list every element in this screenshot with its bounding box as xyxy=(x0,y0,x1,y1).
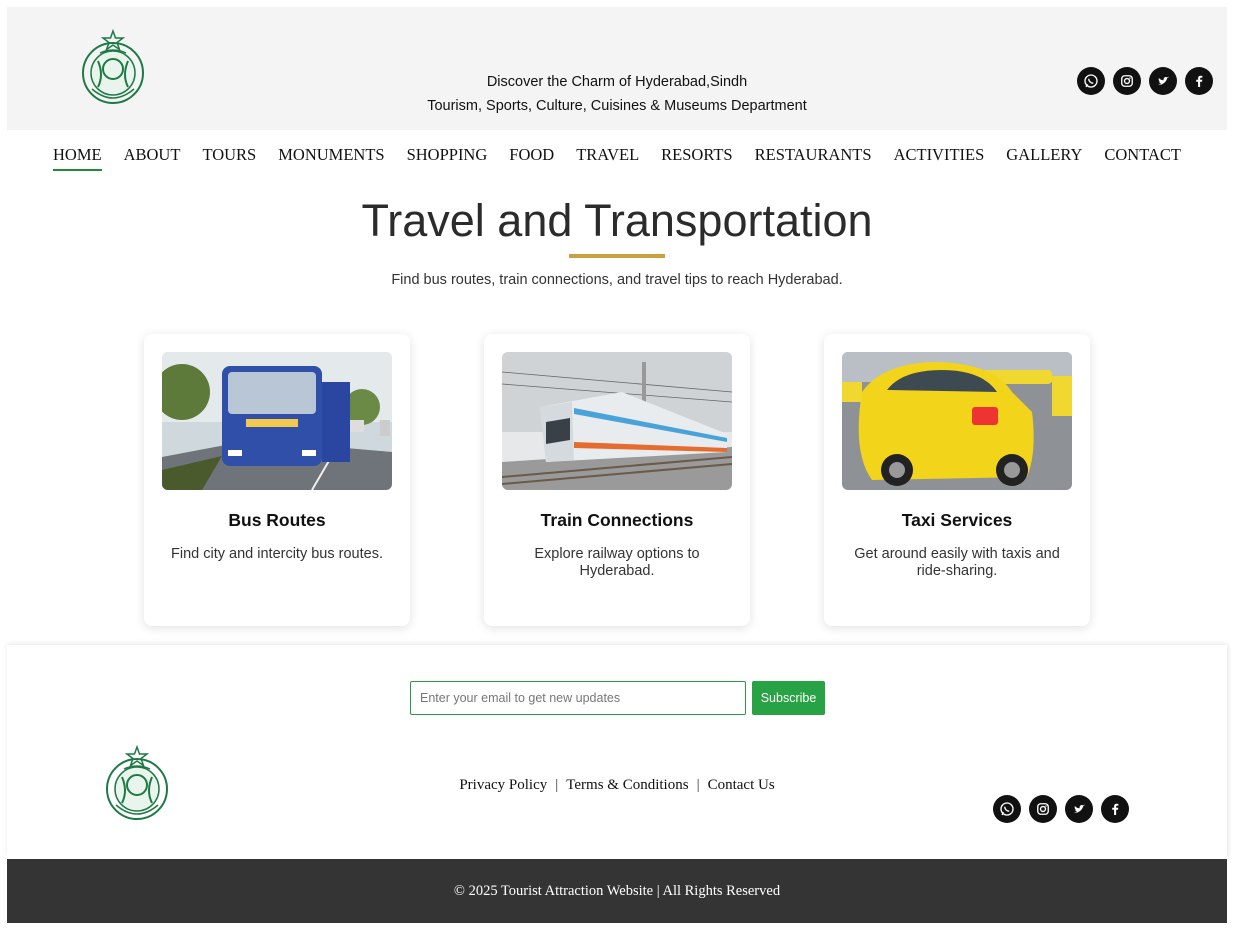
terms-conditions-link[interactable]: Terms & Conditions xyxy=(566,777,688,793)
twitter-icon[interactable] xyxy=(1149,67,1177,95)
nav-item-restaurants[interactable]: RESTAURANTS xyxy=(744,144,883,166)
nav-item-food[interactable]: FOOD xyxy=(498,144,565,166)
card-train-connections[interactable]: Train Connections Explore railway option… xyxy=(484,334,750,626)
nav-item-resorts[interactable]: RESORTS xyxy=(650,144,743,166)
page: Discover the Charm of Hyderabad,Sindh To… xyxy=(7,7,1227,923)
nav-item-contact[interactable]: CONTACT xyxy=(1093,144,1192,166)
card-title: Taxi Services xyxy=(901,510,1013,530)
link-separator: | xyxy=(696,777,700,793)
bus-photo xyxy=(162,352,392,490)
copyright-text: © 2025 Tourist Attraction Website | All … xyxy=(453,882,781,899)
link-separator: | xyxy=(555,777,559,793)
card-title: Train Connections xyxy=(540,510,694,530)
nav-item-home[interactable]: HOME xyxy=(42,144,113,171)
subscribe-form: Subscribe xyxy=(410,681,825,715)
card-description: Get around easily with taxis and ride-sh… xyxy=(854,546,1060,579)
email-input[interactable] xyxy=(410,681,746,715)
card-description: Explore railway options to Hyderabad. xyxy=(534,546,700,579)
whatsapp-icon[interactable] xyxy=(1077,67,1105,95)
tagline-line-1: Discover the Charm of Hyderabad,Sindh xyxy=(486,74,748,90)
page-subtitle: Find bus routes, train connections, and … xyxy=(391,272,843,288)
footer-social-links xyxy=(993,795,1129,823)
nav-item-tours[interactable]: TOURS xyxy=(191,144,267,166)
taxi-photo xyxy=(842,352,1072,490)
copyright-bar: © 2025 Tourist Attraction Website | All … xyxy=(7,859,1227,923)
contact-us-link[interactable]: Contact Us xyxy=(708,777,775,793)
train-photo xyxy=(502,352,732,490)
footer: Subscribe Privacy Policy | Terms & Conditi… xyxy=(7,645,1227,859)
nav-item-shopping[interactable]: SHOPPING xyxy=(396,144,499,166)
title-underline xyxy=(569,254,665,258)
card-title: Bus Routes xyxy=(228,510,326,530)
nav-item-about[interactable]: ABOUT xyxy=(113,144,192,166)
footer-links: Privacy Policy | Terms & Conditions | Contac… xyxy=(7,777,1227,794)
instagram-icon[interactable] xyxy=(1029,795,1057,823)
nav-item-gallery[interactable]: GALLERY xyxy=(995,144,1093,166)
nav-item-activities[interactable]: ACTIVITIES xyxy=(883,144,996,166)
twitter-icon[interactable] xyxy=(1065,795,1093,823)
instagram-icon[interactable] xyxy=(1113,67,1141,95)
facebook-icon[interactable] xyxy=(1185,67,1213,95)
header-social-links xyxy=(1077,67,1213,95)
card-description: Find city and intercity bus routes. xyxy=(171,546,383,562)
tagline-line-2: Tourism, Sports, Culture, Cuisines & Mus… xyxy=(427,98,807,114)
header-tagline: Discover the Charm of Hyderabad,Sindh To… xyxy=(7,70,1227,118)
facebook-icon[interactable] xyxy=(1101,795,1129,823)
subscribe-button[interactable]: Subscribe xyxy=(752,681,825,715)
privacy-policy-link[interactable]: Privacy Policy xyxy=(459,777,547,793)
whatsapp-icon[interactable] xyxy=(993,795,1021,823)
page-title: Travel and Transportation xyxy=(361,195,873,246)
card-bus-routes[interactable]: Bus Routes Find city and intercity bus r… xyxy=(144,334,410,626)
nav-item-monuments[interactable]: MONUMENTS xyxy=(267,144,395,166)
nav-item-travel[interactable]: TRAVEL xyxy=(565,144,650,166)
main-navigation: HOME ABOUT TOURS MONUMENTS SHOPPING FOOD… xyxy=(7,144,1227,171)
site-header: Discover the Charm of Hyderabad,Sindh To… xyxy=(7,7,1227,130)
card-taxi-services[interactable]: Taxi Services Get around easily with tax… xyxy=(824,334,1090,626)
